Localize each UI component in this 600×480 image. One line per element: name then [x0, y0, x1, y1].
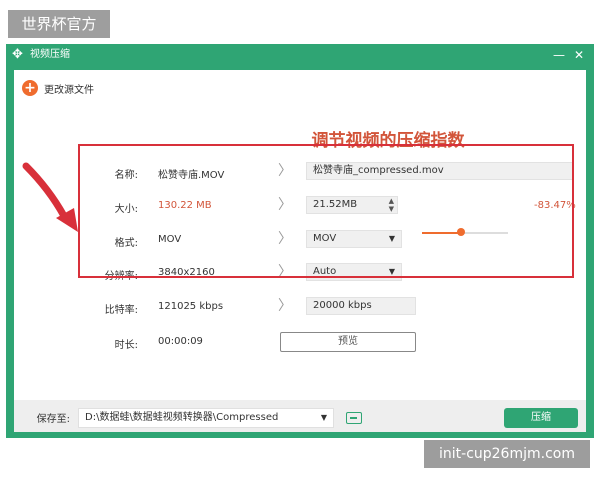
bitrate-input[interactable]: 20000 kbps — [306, 297, 416, 315]
preview-button[interactable]: 预览 — [280, 332, 416, 352]
highlight-box — [78, 144, 574, 278]
caret-down-icon: ▼ — [320, 413, 327, 422]
minimize-button[interactable]: — — [550, 45, 568, 65]
chevron-right-icon: 〉 — [278, 298, 292, 314]
watermark-top: 世界杯官方 — [8, 10, 110, 38]
change-source-button[interactable]: + 更改源文件 — [22, 78, 94, 98]
compress-button[interactable]: 压缩 — [504, 408, 578, 428]
move-cross-icon: ✥ — [12, 47, 23, 62]
save-path-select[interactable]: D:\数据蛙\数据蛙视频转换器\Compressed ▼ — [78, 408, 334, 428]
plus-icon: + — [22, 80, 38, 96]
bitrate-label: 比特率: — [104, 305, 138, 316]
original-bitrate: 121025 kbps — [158, 301, 224, 312]
footer-bar: 保存至: D:\数据蛙\数据蛙视频转换器\Compressed ▼ 压缩 — [14, 400, 586, 432]
window-title: 视频压缩 — [30, 49, 70, 60]
folder-icon[interactable] — [346, 412, 362, 424]
change-source-label: 更改源文件 — [44, 84, 94, 96]
save-to-label: 保存至: — [36, 414, 70, 425]
duration-value: 00:00:09 — [158, 336, 203, 347]
watermark-bottom: init-cup26mjm.com — [424, 440, 590, 468]
title-bar: ✥ 视频压缩 — ✕ — [6, 44, 594, 66]
duration-label: 时长: — [114, 340, 138, 351]
save-path-value: D:\数据蛙\数据蛙视频转换器\Compressed — [85, 412, 279, 423]
pointer-arrow-icon — [22, 162, 78, 232]
close-button[interactable]: ✕ — [570, 45, 588, 65]
